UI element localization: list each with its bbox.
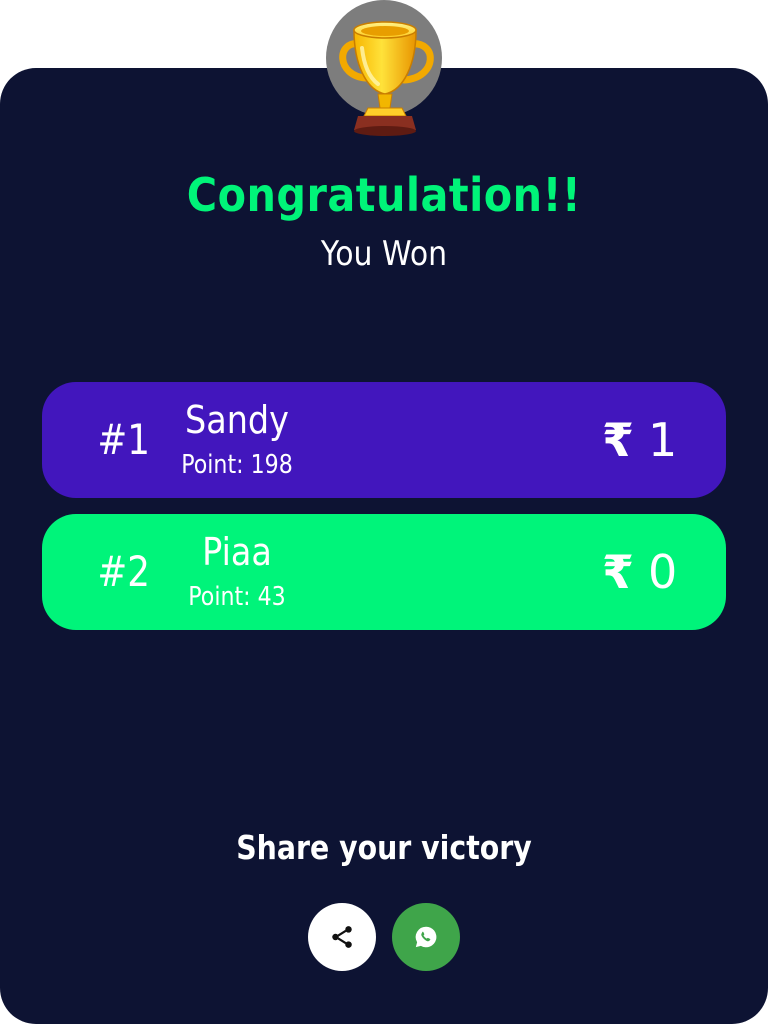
you-won-subtitle: You Won: [320, 234, 448, 274]
rupee-symbol: ₹: [602, 413, 635, 467]
whatsapp-icon: [415, 926, 437, 948]
share-button[interactable]: [308, 903, 376, 971]
prize-value: 0: [648, 545, 678, 599]
whatsapp-share-button[interactable]: [392, 903, 460, 971]
rank-label: #1: [97, 415, 150, 464]
prize-amount: ₹ 1: [602, 382, 677, 498]
trophy-badge: [326, 0, 442, 140]
share-victory-title: Share your victory: [236, 828, 532, 867]
prize-value: 1: [648, 413, 678, 467]
prize-amount: ₹ 0: [602, 514, 677, 630]
share-icon: [332, 926, 352, 948]
player-points: Point: 198: [181, 450, 293, 480]
congratulation-title: Congratulation!!: [186, 168, 582, 222]
rupee-symbol: ₹: [602, 545, 635, 599]
trophy-icon: [339, 21, 434, 136]
leaderboard-row-second: #2 Piaa Point: 43 ₹ 0: [42, 514, 726, 630]
player-name: Sandy: [185, 398, 289, 442]
player-points: Point: 43: [188, 582, 286, 612]
rank-label: #2: [97, 547, 150, 596]
leaderboard-row-first: #1 Sandy Point: 198 ₹ 1: [42, 382, 726, 498]
player-name: Piaa: [202, 530, 272, 574]
